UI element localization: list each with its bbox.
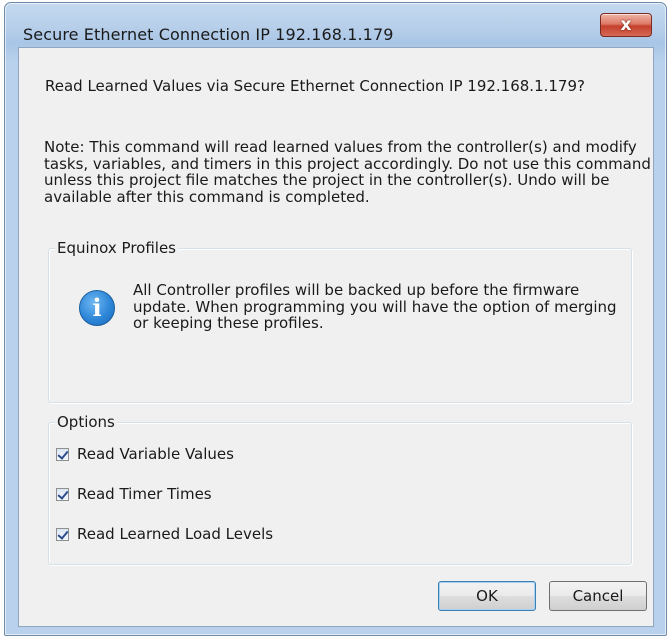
option-read-learned-load-levels[interactable]: Read Learned Load Levels xyxy=(56,525,273,543)
equinox-profiles-label: Equinox Profiles xyxy=(55,239,178,257)
option-label: Read Timer Times xyxy=(77,485,212,503)
option-read-variable-values[interactable]: Read Variable Values xyxy=(56,445,234,463)
ok-button[interactable]: OK xyxy=(438,581,536,611)
options-label: Options xyxy=(55,413,117,431)
info-icon: i xyxy=(79,290,115,326)
confirmation-question: Read Learned Values via Secure Ethernet … xyxy=(45,77,585,95)
note-line: Note: This command will read learned val… xyxy=(44,138,637,156)
note-line: available after this command is complete… xyxy=(44,187,370,206)
profiles-message-line: update. When programming you will have t… xyxy=(133,297,617,316)
profiles-message-line: All Controller profiles will be backed u… xyxy=(133,281,580,299)
title-bar[interactable]: Secure Ethernet Connection IP 192.168.1.… xyxy=(5,3,666,47)
profiles-message: All Controller profiles will be backed u… xyxy=(133,282,617,332)
profiles-message-line: or keeping these profiles. xyxy=(133,314,324,332)
note-line: tasks, variables, and timers in this pro… xyxy=(44,154,651,173)
option-read-timer-times[interactable]: Read Timer Times xyxy=(56,485,212,503)
dialog-window: Secure Ethernet Connection IP 192.168.1.… xyxy=(4,2,667,636)
close-button[interactable]: x xyxy=(600,13,652,37)
option-label: Read Learned Load Levels xyxy=(77,525,274,543)
option-label: Read Variable Values xyxy=(77,445,234,463)
close-icon: x xyxy=(620,14,632,35)
dialog-body: Read Learned Values via Secure Ethernet … xyxy=(18,47,654,627)
note-line: unless this project file matches the pro… xyxy=(44,171,610,189)
note-text: Note: This command will read learned val… xyxy=(44,139,654,205)
checkbox-checked[interactable] xyxy=(56,527,69,541)
info-glyph: i xyxy=(92,293,102,322)
checkbox-checked[interactable] xyxy=(56,487,69,501)
cancel-button[interactable]: Cancel xyxy=(549,581,647,611)
window-title: Secure Ethernet Connection IP 192.168.1.… xyxy=(23,25,394,44)
checkbox-checked[interactable] xyxy=(56,447,69,461)
